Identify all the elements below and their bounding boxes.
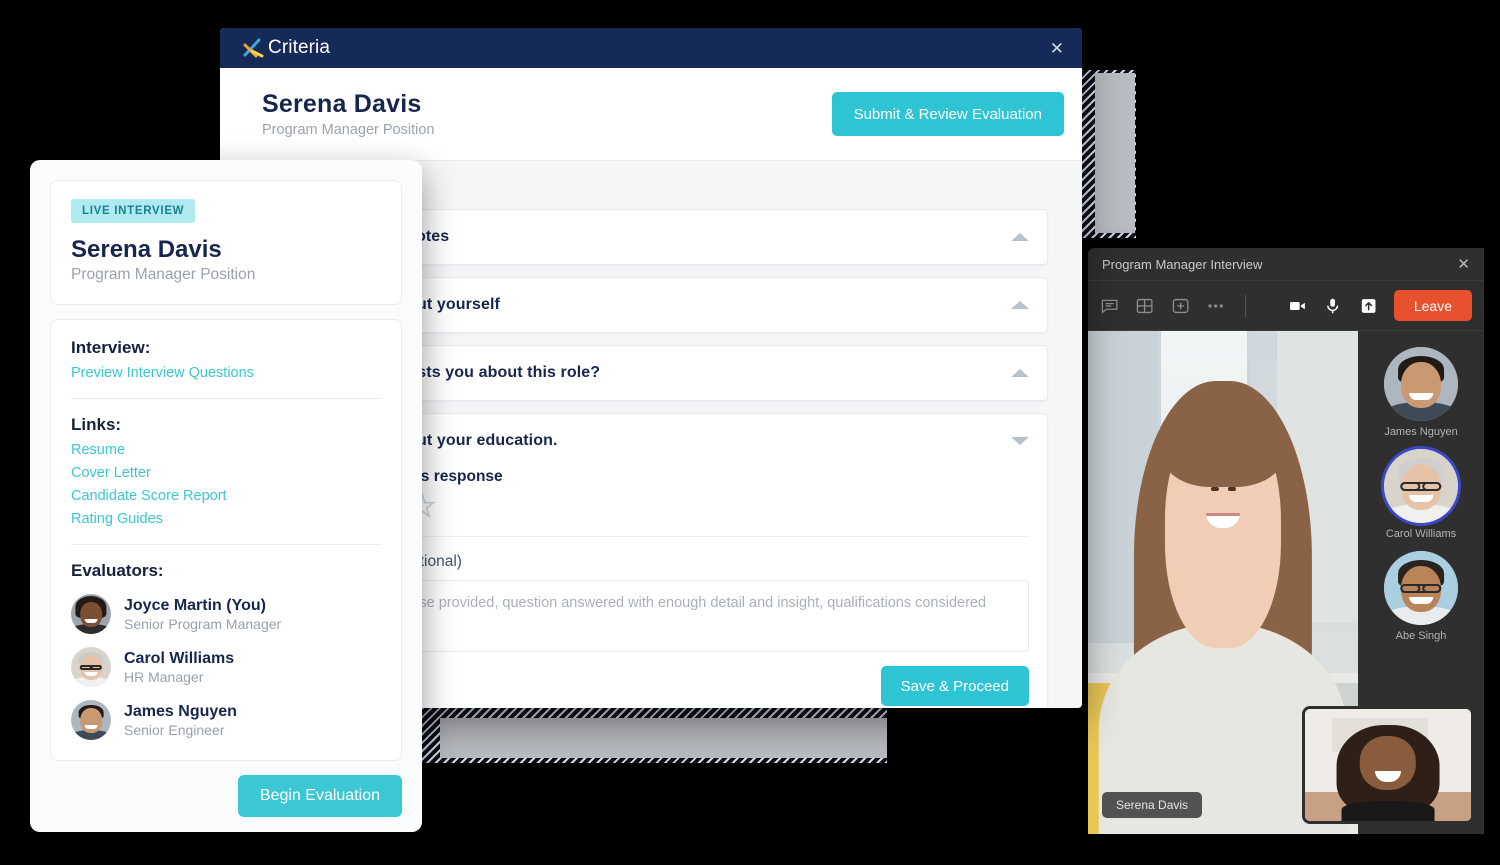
speaker-smile [1206, 513, 1240, 529]
begin-row: Begin Evaluation [50, 775, 402, 817]
participant-name: Abe Singh [1395, 630, 1447, 642]
close-icon[interactable]: ✕ [1457, 257, 1470, 272]
evaluator-item: Joyce Martin (You) Senior Program Manage… [71, 594, 381, 634]
avatar [1384, 449, 1458, 523]
evaluator-title: Senior Program Manager [124, 615, 282, 632]
evaluator-title: Senior Engineer [124, 721, 225, 738]
candidate-name: Serena Davis [71, 236, 222, 263]
evaluator-name: James Nguyen [124, 702, 237, 720]
page-title: Serena Davis [262, 90, 422, 118]
save-and-proceed-button[interactable]: Save & Proceed [880, 666, 1029, 706]
toolbar-divider [1245, 294, 1246, 317]
modal-header: Serena Davis Program Manager Position Su… [220, 68, 1082, 161]
link-resume[interactable]: Resume [71, 442, 381, 458]
evaluator-info: Carol Williams HR Manager [124, 650, 234, 685]
candidate-details: Interview: Preview Interview Questions L… [50, 319, 402, 761]
link-cover-letter[interactable]: Cover Letter [71, 465, 381, 481]
interview-heading: Interview: [71, 338, 151, 357]
chevron-up-icon[interactable] [1011, 301, 1029, 309]
leave-button[interactable]: Leave [1393, 290, 1472, 321]
avatar [71, 594, 111, 634]
screenshot-stage: Program Manager Interview ✕ Leave Serena… [0, 0, 1500, 865]
preview-interview-questions-link[interactable]: Preview Interview Questions [71, 365, 381, 381]
microphone-icon[interactable] [1323, 295, 1342, 317]
participant-item[interactable]: James Nguyen [1384, 347, 1458, 438]
selfview-torso [1341, 800, 1435, 821]
candidate-summary: LIVE INTERVIEW Serena Davis Program Mana… [50, 180, 402, 305]
avatar [71, 700, 111, 740]
candidate-side-card: LIVE INTERVIEW Serena Davis Program Mana… [30, 160, 422, 832]
video-call-titlebar: Program Manager Interview ✕ [1088, 248, 1484, 281]
close-icon[interactable]: ✕ [1050, 40, 1064, 57]
participant-name: James Nguyen [1384, 426, 1458, 438]
evaluator-name: Joyce Martin (You) [124, 596, 266, 614]
submit-review-evaluation-button[interactable]: Submit & Review Evaluation [831, 92, 1064, 136]
chevron-up-icon[interactable] [1011, 369, 1029, 377]
link-candidate-score-report[interactable]: Candidate Score Report [71, 488, 381, 504]
brand: Criteria [242, 37, 330, 59]
speaker-eye-right [1227, 487, 1236, 492]
speaker-name-chip: Serena Davis [1102, 792, 1203, 818]
evaluator-title: HR Manager [124, 668, 204, 685]
camera-icon[interactable] [1288, 295, 1307, 317]
link-rating-guides[interactable]: Rating Guides [71, 511, 381, 527]
candidate-heading: Serena Davis Program Manager Position [262, 90, 434, 138]
status-badge: LIVE INTERVIEW [71, 199, 196, 223]
background-slab-bottom [440, 718, 887, 758]
candidate-role: Program Manager Position [71, 266, 256, 283]
evaluator-item: James Nguyen Senior Engineer [71, 700, 381, 740]
speaker-eye-left [1211, 487, 1220, 492]
criteria-x-logo [243, 38, 264, 58]
add-participant-icon[interactable] [1171, 295, 1190, 317]
avatar [1384, 347, 1458, 421]
video-call-body: Serena Davis James Nguyen Carol Williams… [1088, 331, 1484, 834]
links-heading: Links: [71, 415, 122, 434]
divider [71, 398, 381, 399]
speaker-fringe [1160, 401, 1286, 487]
grid-layout-icon[interactable] [1135, 295, 1154, 317]
participant-item[interactable]: Carol Williams [1384, 449, 1458, 540]
chevron-down-icon[interactable] [1011, 437, 1029, 445]
evaluators-heading: Evaluators: [71, 561, 164, 580]
modal-titlebar: Criteria ✕ [220, 28, 1082, 68]
participant-item[interactable]: Abe Singh [1384, 551, 1458, 642]
more-options-icon[interactable] [1206, 295, 1225, 317]
video-call-toolbar: Leave [1088, 281, 1484, 331]
chevron-up-icon[interactable] [1011, 233, 1029, 241]
participant-name: Carol Williams [1385, 528, 1457, 540]
share-screen-icon[interactable] [1359, 295, 1378, 317]
video-call-title: Program Manager Interview [1102, 256, 1263, 272]
avatar [71, 647, 111, 687]
evaluator-item: Carol Williams HR Manager [71, 647, 381, 687]
selfview-thumbnail[interactable] [1302, 706, 1474, 824]
background-slab-right [1095, 73, 1135, 233]
brand-name: Criteria [268, 37, 331, 58]
begin-evaluation-button[interactable]: Begin Evaluation [237, 775, 402, 817]
evaluator-info: James Nguyen Senior Engineer [124, 703, 237, 738]
evaluator-info: Joyce Martin (You) Senior Program Manage… [124, 597, 281, 632]
avatar [1384, 551, 1458, 625]
candidate-role: Program Manager Position [262, 122, 435, 138]
evaluator-name: Carol Williams [124, 649, 235, 667]
chat-icon[interactable] [1100, 295, 1119, 317]
divider [71, 544, 381, 545]
video-call-window: Program Manager Interview ✕ Leave Serena… [1088, 248, 1484, 834]
